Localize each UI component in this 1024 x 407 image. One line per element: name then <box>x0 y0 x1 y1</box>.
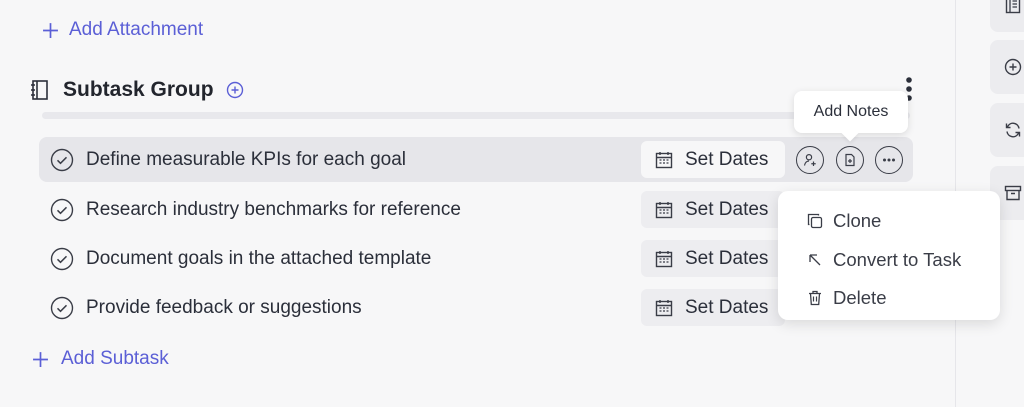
set-dates-button[interactable]: Set Dates <box>641 191 785 228</box>
rail-button-notes[interactable] <box>990 0 1024 32</box>
calendar-icon <box>655 201 673 218</box>
plus-icon <box>43 22 58 38</box>
arrow-up-left-icon <box>809 254 821 266</box>
set-dates-label: Set Dates <box>685 247 769 269</box>
menu-item-label: Delete <box>833 287 887 309</box>
archive-icon <box>1004 185 1022 201</box>
subtask-context-menu: Clone Convert to Task Delete <box>778 191 1000 320</box>
rail-button-sync[interactable] <box>990 103 1024 157</box>
check-circle-icon[interactable] <box>50 296 74 320</box>
set-dates-button[interactable]: Set Dates <box>641 289 785 326</box>
refresh-icon <box>1005 122 1021 138</box>
check-circle-icon[interactable] <box>50 247 74 271</box>
add-circle-icon <box>1004 58 1022 76</box>
subtask-group-title: Subtask Group <box>63 78 214 101</box>
rail-button-add[interactable] <box>990 40 1024 94</box>
set-dates-label: Set Dates <box>685 296 769 318</box>
menu-item-label: Convert to Task <box>833 248 962 270</box>
set-dates-button[interactable]: Set Dates <box>641 141 785 178</box>
subtask-label: Define measurable KPIs for each goal <box>86 148 407 170</box>
menu-item-clone[interactable]: Clone <box>778 202 1000 241</box>
subtask-label: Document goals in the attached template <box>86 247 432 269</box>
subtask-progress-bar <box>42 112 910 119</box>
check-circle-icon[interactable] <box>50 198 74 222</box>
more-options-button[interactable] <box>875 145 903 174</box>
clone-icon <box>807 214 823 229</box>
notebook-icon <box>31 80 48 100</box>
plus-icon <box>33 351 48 367</box>
assign-user-button[interactable] <box>796 145 824 174</box>
add-subtask-label: Add Subtask <box>61 348 169 369</box>
task-detail-panel: Add Attachment Subtask Group Add Notes D… <box>0 0 1000 407</box>
add-circle-icon[interactable] <box>226 81 244 99</box>
notebook-icon <box>1005 0 1021 14</box>
set-dates-button[interactable]: Set Dates <box>641 240 785 277</box>
subtask-label: Research industry benchmarks for referen… <box>86 198 461 220</box>
calendar-icon <box>655 151 673 168</box>
more-horizontal-icon <box>883 158 895 161</box>
menu-item-label: Clone <box>833 210 882 232</box>
menu-item-delete[interactable]: Delete <box>778 279 1000 318</box>
set-dates-label: Set Dates <box>685 148 769 170</box>
trash-icon <box>809 291 821 306</box>
calendar-icon <box>655 250 673 267</box>
add-notes-tooltip: Add Notes <box>794 91 908 133</box>
check-circle-icon[interactable] <box>50 148 74 172</box>
subtask-label: Provide feedback or suggestions <box>86 296 362 318</box>
add-notes-button[interactable] <box>836 145 864 174</box>
calendar-icon <box>655 299 673 316</box>
add-attachment-button[interactable]: Add Attachment <box>42 17 203 43</box>
subtask-group-header: Subtask Group <box>30 76 244 104</box>
set-dates-label: Set Dates <box>685 198 769 220</box>
menu-item-convert-to-task[interactable]: Convert to Task <box>778 241 1000 280</box>
add-user-icon <box>803 153 816 166</box>
add-note-icon <box>845 153 855 166</box>
subtask-row[interactable]: Define measurable KPIs for each goal Set… <box>39 137 913 182</box>
add-subtask-button[interactable]: Add Subtask <box>32 347 169 371</box>
add-attachment-label: Add Attachment <box>69 19 204 40</box>
